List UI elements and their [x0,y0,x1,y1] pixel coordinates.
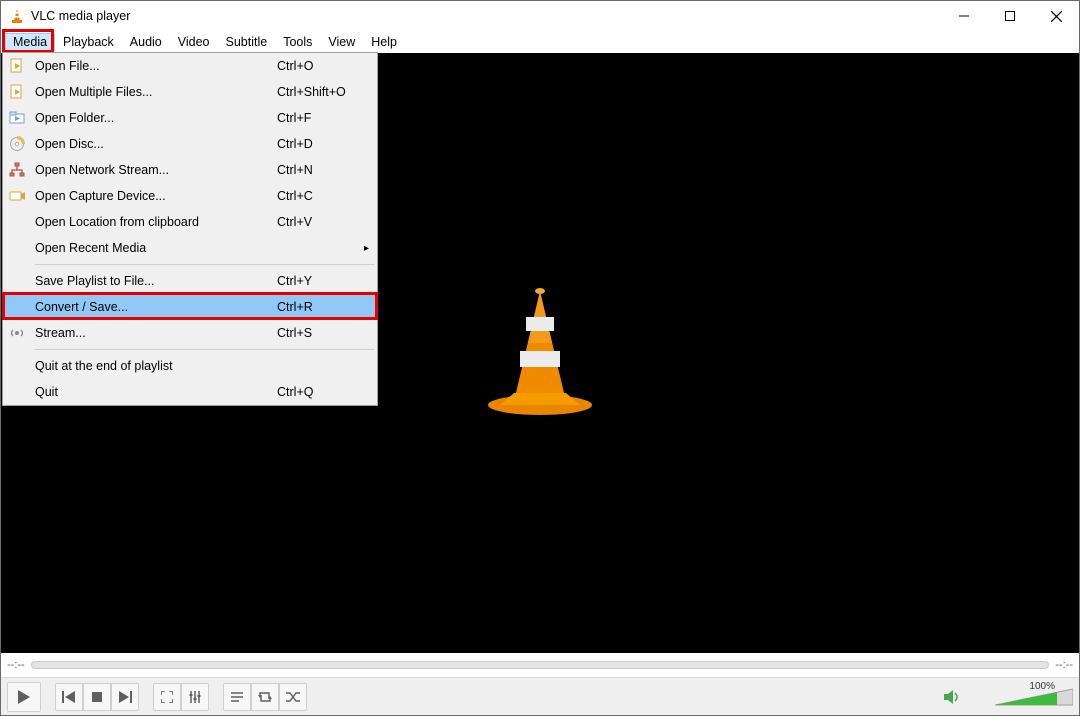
menu-item-label: Quit [31,385,277,399]
menu-item-quit-at-the-end-of-playlist[interactable]: Quit at the end of playlist [3,353,377,379]
menu-item-save-playlist-to-file[interactable]: Save Playlist to File...Ctrl+Y [3,268,377,294]
stop-button[interactable] [83,683,111,711]
menu-item-shortcut: Ctrl+V [277,215,377,229]
menu-item-stream[interactable]: Stream...Ctrl+S [3,320,377,346]
menu-item-label: Save Playlist to File... [31,274,277,288]
media-menu-dropdown: Open File...Ctrl+OOpen Multiple Files...… [2,52,378,406]
close-button[interactable] [1033,1,1079,31]
window-title: VLC media player [31,9,130,23]
menu-item-open-folder[interactable]: Open Folder...Ctrl+F [3,105,377,131]
menu-item-quit[interactable]: QuitCtrl+Q [3,379,377,405]
menu-item-shortcut: Ctrl+Shift+O [277,85,377,99]
fullscreen-button[interactable] [153,683,181,711]
menu-item-convert-save[interactable]: Convert / Save...Ctrl+R [3,294,377,320]
menu-item-label: Quit at the end of playlist [31,359,277,373]
stream-icon [3,325,31,341]
menu-item-shortcut: Ctrl+C [277,189,377,203]
menu-item-open-multiple-files[interactable]: Open Multiple Files...Ctrl+Shift+O [3,79,377,105]
elapsed-time[interactable]: --:-- [7,659,25,671]
file-play-icon [3,58,31,74]
menu-item-label: Open Folder... [31,111,277,125]
transport-group [55,683,139,711]
menu-item-shortcut: Ctrl+R [277,300,377,314]
menu-item-shortcut: Ctrl+S [277,326,377,340]
minimize-icon [959,11,969,21]
playlist-group [223,683,307,711]
extended-settings-button[interactable] [181,683,209,711]
folder-play-icon [3,110,31,126]
file-play-icon [3,84,31,100]
menu-item-label: Open Capture Device... [31,189,277,203]
previous-button[interactable] [55,683,83,711]
menu-item-open-recent-media[interactable]: Open Recent Media ▸ [3,235,377,261]
minimize-button[interactable] [941,1,987,31]
network-icon [3,162,31,178]
menu-subtitle[interactable]: Subtitle [218,33,276,51]
fullscreen-icon [161,691,173,703]
menu-audio[interactable]: Audio [122,33,170,51]
menu-item-label: Stream... [31,326,277,340]
play-icon [18,690,30,704]
menu-item-shortcut: Ctrl+F [277,111,377,125]
menu-separator [35,349,375,350]
window-controls [941,1,1079,31]
loop-icon [258,691,272,703]
playlist-icon [231,691,243,703]
mute-button[interactable] [943,689,961,705]
disc-icon [3,136,31,152]
menubar: MediaPlaybackAudioVideoSubtitleToolsView… [1,31,1079,53]
menu-view[interactable]: View [320,33,363,51]
menu-item-shortcut: Ctrl+D [277,137,377,151]
stop-icon [92,692,102,702]
menu-item-open-disc[interactable]: Open Disc...Ctrl+D [3,131,377,157]
menu-item-open-network-stream[interactable]: Open Network Stream...Ctrl+N [3,157,377,183]
menu-item-shortcut: Ctrl+N [277,163,377,177]
menu-tools[interactable]: Tools [275,33,320,51]
menu-item-label: Open Network Stream... [31,163,277,177]
skip-next-icon [118,691,132,703]
close-icon [1051,11,1062,22]
menu-item-label: Convert / Save... [31,300,277,314]
menu-item-open-location-from-clipboard[interactable]: Open Location from clipboardCtrl+V [3,209,377,235]
next-button[interactable] [111,683,139,711]
shuffle-icon [286,691,300,703]
menu-separator [35,264,375,265]
menu-item-label: Open File... [31,59,277,73]
playlist-button[interactable] [223,683,251,711]
vlc-cone-logo [470,283,610,423]
volume-slider[interactable] [995,687,1073,707]
maximize-button[interactable] [987,1,1033,31]
play-button[interactable] [7,682,41,712]
menu-help[interactable]: Help [363,33,405,51]
loop-button[interactable] [251,683,279,711]
playback-controls: 100% [1,677,1079,715]
menu-item-label: Open Recent Media [31,241,277,255]
speaker-icon [943,689,961,705]
menu-item-shortcut: Ctrl+Y [277,274,377,288]
menu-item-label: Open Multiple Files... [31,85,277,99]
submenu-arrow-icon: ▸ [364,243,369,254]
menu-item-label: Open Location from clipboard [31,215,277,229]
seek-row: --:-- --:-- [1,653,1079,677]
seek-slider[interactable] [31,661,1050,669]
menu-video[interactable]: Video [170,33,218,51]
capture-icon [3,188,31,204]
menu-playback[interactable]: Playback [55,33,122,51]
titlebar: VLC media player [1,1,1079,31]
menu-item-shortcut: Ctrl+O [277,59,377,73]
menu-media[interactable]: Media [5,33,55,51]
shuffle-button[interactable] [279,683,307,711]
sliders-icon [189,691,201,703]
view-group [153,683,209,711]
skip-previous-icon [62,691,76,703]
menu-item-label: Open Disc... [31,137,277,151]
vlc-cone-icon [9,8,25,24]
maximize-icon [1005,11,1015,21]
menu-item-shortcut: Ctrl+Q [277,385,377,399]
total-time[interactable]: --:-- [1055,659,1073,671]
menu-item-open-capture-device[interactable]: Open Capture Device...Ctrl+C [3,183,377,209]
menu-item-open-file[interactable]: Open File...Ctrl+O [3,53,377,79]
volume-area: 100% [943,687,1073,707]
